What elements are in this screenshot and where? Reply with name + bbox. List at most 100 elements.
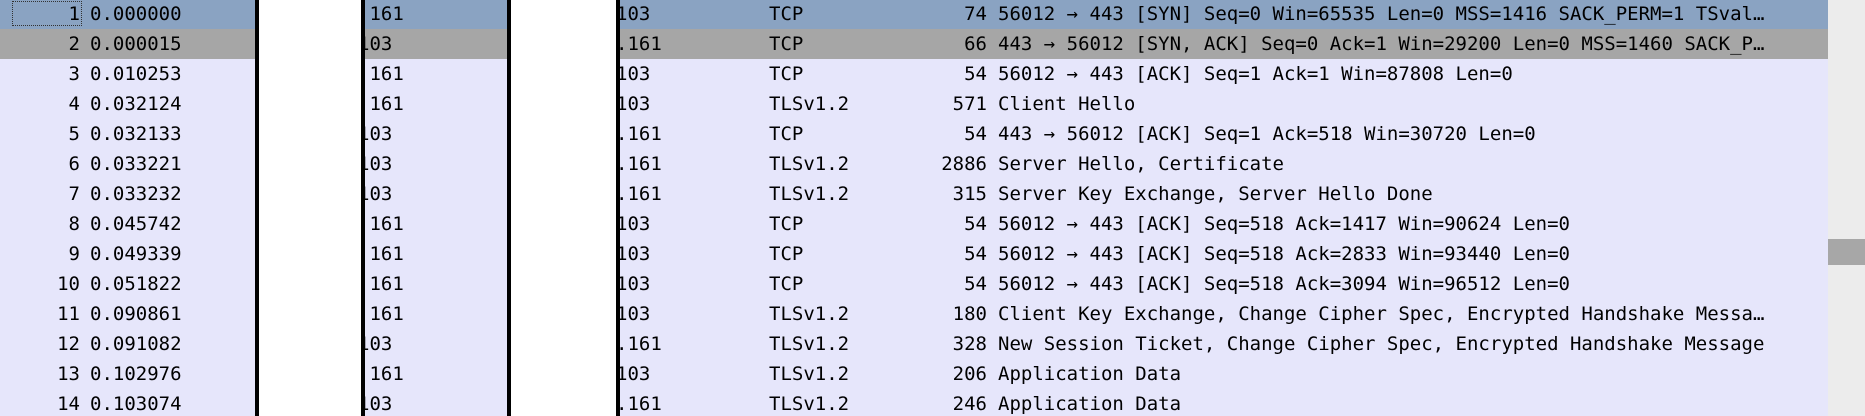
packet-time: 0.000015 (90, 33, 182, 55)
packet-source: .161 (358, 3, 404, 25)
packet-time: 0.032124 (90, 93, 182, 115)
packet-source: 103 (358, 153, 393, 175)
packet-destination: 103 (616, 63, 651, 85)
packet-destination: .161 (616, 183, 662, 205)
packet-number: 12 (57, 333, 80, 355)
packet-protocol: TCP (769, 3, 804, 25)
vertical-scrollbar[interactable] (1828, 0, 1865, 416)
packet-number: 9 (68, 243, 80, 265)
packet-time: 0.033232 (90, 183, 182, 205)
packet-protocol: TCP (769, 123, 804, 145)
packet-info: 443 → 56012 [SYN, ACK] Seq=0 Ack=1 Win=2… (998, 33, 1765, 55)
redaction-box-source (255, 0, 365, 416)
packet-time: 0.049339 (90, 243, 182, 265)
packet-destination: 103 (616, 93, 651, 115)
packet-protocol: TLSv1.2 (769, 363, 850, 385)
packet-source: .161 (358, 363, 404, 385)
packet-info: 56012 → 443 [ACK] Seq=518 Ack=1417 Win=9… (998, 213, 1570, 235)
packet-length: 54 (964, 273, 987, 295)
packet-info: 56012 → 443 [SYN] Seq=0 Win=65535 Len=0 … (998, 3, 1765, 25)
packet-time: 0.103074 (90, 393, 182, 415)
packet-info: Application Data (998, 363, 1182, 385)
packet-info: New Session Ticket, Change Cipher Spec, … (998, 333, 1765, 355)
packet-info: 443 → 56012 [ACK] Seq=1 Ack=518 Win=3072… (998, 123, 1536, 145)
packet-destination: .161 (616, 33, 662, 55)
packet-number: 3 (68, 63, 80, 85)
packet-number: 5 (68, 123, 80, 145)
packet-number: 2 (68, 33, 80, 55)
packet-time: 0.090861 (90, 303, 182, 325)
packet-info: Client Hello (998, 93, 1136, 115)
packet-destination: 103 (616, 213, 651, 235)
packet-protocol: TCP (769, 273, 804, 295)
packet-protocol: TLSv1.2 (769, 183, 850, 205)
packet-source: .161 (358, 213, 404, 235)
packet-time: 0.091082 (90, 333, 182, 355)
packet-length: 571 (952, 93, 987, 115)
packet-protocol: TLSv1.2 (769, 333, 850, 355)
packet-info: 56012 → 443 [ACK] Seq=518 Ack=2833 Win=9… (998, 243, 1570, 265)
packet-list[interactable]: 14 0.103074 103.161 TLSv1.2 246 Application D… (0, 0, 1828, 416)
packet-protocol: TCP (769, 243, 804, 265)
packet-source: 103 (358, 183, 393, 205)
packet-time: 0.010253 (90, 63, 182, 85)
packet-number: 10 (57, 273, 80, 295)
packet-destination: .161 (616, 153, 662, 175)
packet-destination: 103 (616, 273, 651, 295)
packet-destination: .161 (616, 333, 662, 355)
packet-info: Server Hello, Certificate (998, 153, 1284, 175)
packet-info: Application Data (998, 393, 1182, 415)
packet-source: .161 (358, 303, 404, 325)
packet-source: .161 (358, 273, 404, 295)
packet-number: 4 (68, 93, 80, 115)
packet-info: Client Key Exchange, Change Cipher Spec,… (998, 303, 1765, 325)
packet-source: 103 (358, 333, 393, 355)
packet-destination: 103 (616, 363, 651, 385)
packet-destination: 103 (616, 303, 651, 325)
packet-length: 54 (964, 243, 987, 265)
scrollbar-thumb[interactable] (1828, 239, 1865, 265)
packet-protocol: TCP (769, 63, 804, 85)
packet-protocol: TCP (769, 33, 804, 55)
packet-source: .161 (358, 93, 404, 115)
packet-number: 13 (57, 363, 80, 385)
packet-source: .161 (358, 243, 404, 265)
packet-length: 328 (952, 333, 987, 355)
packet-number: 6 (68, 153, 80, 175)
packet-protocol: TLSv1.2 (769, 393, 850, 415)
redaction-box-destination (507, 0, 620, 416)
packet-number: 1 (68, 3, 80, 25)
packet-protocol: TLSv1.2 (769, 153, 850, 175)
packet-length: 74 (964, 3, 987, 25)
packet-time: 0.032133 (90, 123, 182, 145)
packet-length: 66 (964, 33, 987, 55)
packet-destination: 103 (616, 243, 651, 265)
packet-source: 103 (358, 123, 393, 145)
packet-length: 54 (964, 63, 987, 85)
packet-protocol: TCP (769, 213, 804, 235)
packet-length: 315 (952, 183, 987, 205)
packet-number: 14 (57, 393, 80, 415)
packet-length: 54 (964, 213, 987, 235)
packet-length: 206 (952, 363, 987, 385)
packet-destination: .161 (616, 393, 662, 415)
packet-number: 11 (57, 303, 80, 325)
packet-length: 246 (952, 393, 987, 415)
packet-time: 0.000000 (90, 3, 182, 25)
packet-info: 56012 → 443 [ACK] Seq=1 Ack=1 Win=87808 … (998, 63, 1513, 85)
packet-info: 56012 → 443 [ACK] Seq=518 Ack=3094 Win=9… (998, 273, 1570, 295)
packet-time: 0.045742 (90, 213, 182, 235)
packet-destination: .161 (616, 123, 662, 145)
packet-time: 0.102976 (90, 363, 182, 385)
packet-time: 0.033221 (90, 153, 182, 175)
packet-source: 103 (358, 393, 393, 415)
packet-protocol: TLSv1.2 (769, 93, 850, 115)
packet-length: 180 (952, 303, 987, 325)
packet-time: 0.051822 (90, 273, 182, 295)
packet-source: 103 (358, 33, 393, 55)
packet-source: .161 (358, 63, 404, 85)
packet-protocol: TLSv1.2 (769, 303, 850, 325)
packet-length: 54 (964, 123, 987, 145)
packet-info: Server Key Exchange, Server Hello Done (998, 183, 1433, 205)
packet-destination: 103 (616, 3, 651, 25)
